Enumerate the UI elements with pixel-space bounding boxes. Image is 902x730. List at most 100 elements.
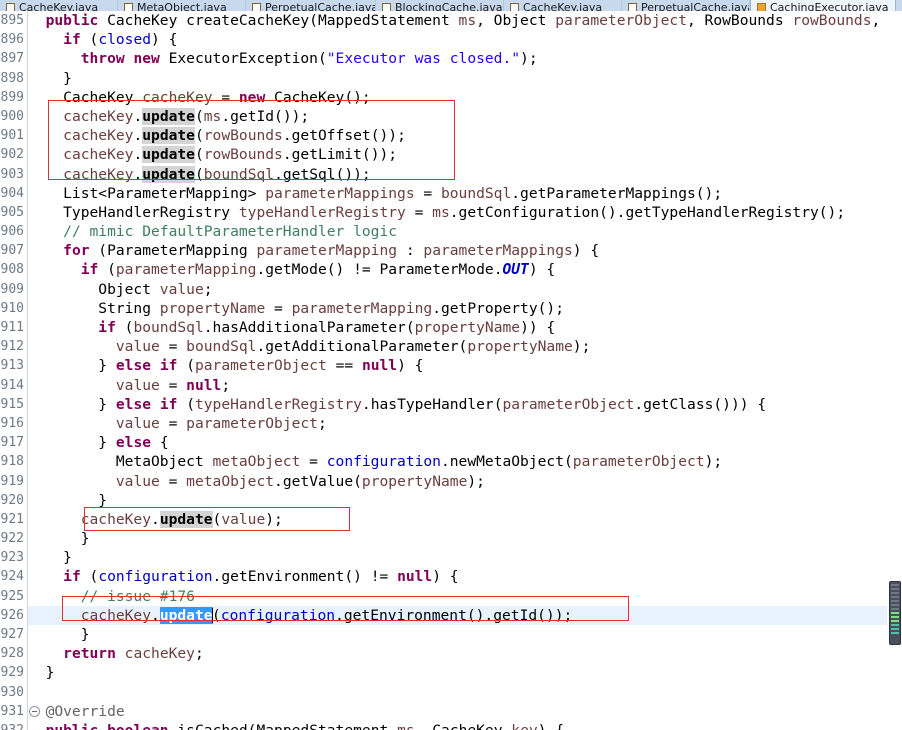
gutter-row[interactable]: 922 xyxy=(0,529,27,548)
gutter-row[interactable]: 896 xyxy=(0,30,27,49)
gutter-row[interactable]: 919 xyxy=(0,472,27,491)
scrollbar-stripe xyxy=(891,588,899,590)
code-line[interactable]: // mimic DefaultParameterHandler logic xyxy=(28,222,902,241)
code-line[interactable]: value = boundSql.getAdditionalParameter(… xyxy=(28,337,902,356)
code-line[interactable]: @Override xyxy=(28,702,902,721)
code-line-current[interactable]: cacheKey.update(configuration.getEnviron… xyxy=(28,605,902,625)
gutter-row[interactable]: 918 xyxy=(0,452,27,471)
gutter-row[interactable]: 925 xyxy=(0,587,27,606)
editor-tab-5[interactable]: PerpetualCache.java xyxy=(622,0,750,11)
code-token: ( xyxy=(177,395,195,413)
code-line[interactable]: cacheKey.update(value); xyxy=(28,510,902,529)
code-line[interactable]: return cacheKey; xyxy=(28,644,902,663)
code-line[interactable]: } xyxy=(28,548,902,567)
code-line[interactable]: CacheKey cacheKey = new CacheKey(); xyxy=(28,88,902,107)
tab-close-icon[interactable]: × xyxy=(894,2,895,11)
gutter-row[interactable]: 915 xyxy=(0,395,27,414)
code-token: parameterObject xyxy=(572,453,705,471)
gutter-row[interactable]: 914 xyxy=(0,376,27,395)
code-line[interactable]: } xyxy=(28,69,902,88)
code-line[interactable]: if (configuration.getEnvironment() != nu… xyxy=(28,567,902,586)
gutter-row[interactable]: 906 xyxy=(0,222,27,241)
gutter-row[interactable]: 930 xyxy=(0,683,27,702)
vertical-scrollbar-thumb[interactable] xyxy=(889,581,901,645)
gutter-row[interactable]: 904 xyxy=(0,184,27,203)
code-token: ); xyxy=(520,50,538,68)
code-line[interactable]: } else if (typeHandlerRegistry.hasTypeHa… xyxy=(28,395,902,414)
gutter-row[interactable]: 931 xyxy=(0,702,40,721)
line-number: 906 xyxy=(0,224,24,240)
code-line[interactable]: Object value; xyxy=(28,280,902,299)
gutter-row[interactable]: 902 xyxy=(0,145,27,164)
gutter-row[interactable]: 909 xyxy=(0,280,27,299)
gutter-row[interactable]: 929 xyxy=(0,663,27,682)
gutter-row[interactable]: 923 xyxy=(0,548,27,567)
editor-tab-6[interactable]: CachingExecutor.java × xyxy=(750,0,896,11)
code-line[interactable]: public CacheKey createCacheKey(MappedSta… xyxy=(28,11,902,30)
editor-tab-3[interactable]: BlockingCache.java xyxy=(376,0,504,11)
code-line[interactable]: value = null; xyxy=(28,376,902,395)
code-line[interactable]: MetaObject metaObject = configuration.ne… xyxy=(28,452,902,471)
scrollbar-marker-stripes xyxy=(891,584,899,636)
code-line[interactable]: List<ParameterMapping> parameterMappings… xyxy=(28,184,902,203)
code-line[interactable]: value = metaObject.getValue(propertyName… xyxy=(28,472,902,491)
code-text-area[interactable]: public CacheKey createCacheKey(MappedSta… xyxy=(28,11,902,730)
gutter-row[interactable]: 900 xyxy=(0,107,27,126)
gutter-row[interactable]: 928 xyxy=(0,644,27,663)
code-line[interactable]: cacheKey.update(boundSql.getSql()); xyxy=(28,165,902,184)
gutter-row[interactable]: 910 xyxy=(0,299,27,318)
code-line[interactable]: if (closed) { xyxy=(28,30,902,49)
gutter-row[interactable]: 932 xyxy=(0,721,27,730)
code-line[interactable]: TypeHandlerRegistry typeHandlerRegistry … xyxy=(28,203,902,222)
code-line[interactable]: for (ParameterMapping parameterMapping :… xyxy=(28,241,902,260)
gutter-row[interactable]: 927 xyxy=(0,625,27,644)
gutter-row[interactable]: 907 xyxy=(0,241,27,260)
code-line[interactable]: String propertyName = parameterMapping.g… xyxy=(28,299,902,318)
line-number-gutter[interactable]: 895 896 897 898 899 900 901 902 903 904 905 906 907 9… xyxy=(0,11,40,730)
code-line[interactable]: cacheKey.update(ms.getId()); xyxy=(28,107,902,126)
code-line[interactable] xyxy=(28,683,902,702)
code-line[interactable]: cacheKey.update(rowBounds.getLimit()); xyxy=(28,145,902,164)
code-line[interactable]: } xyxy=(28,663,902,682)
code-token: new xyxy=(238,88,266,106)
gutter-row[interactable]: 901 xyxy=(0,126,27,145)
code-line[interactable]: } xyxy=(28,529,902,548)
code-line[interactable]: if (parameterMapping.getMode() != Parame… xyxy=(28,260,902,279)
code-token: propertyName xyxy=(467,338,573,356)
code-line[interactable]: } xyxy=(28,491,902,510)
gutter-row[interactable]: 917 xyxy=(0,433,27,452)
gutter-row[interactable]: 921 xyxy=(0,510,27,529)
code-token: } xyxy=(28,530,90,548)
code-token: ) { xyxy=(538,722,564,730)
editor-tab-0[interactable]: CacheKey.java xyxy=(0,0,118,11)
code-line[interactable]: } else if (parameterObject == null) { xyxy=(28,356,902,375)
gutter-row[interactable]: 913 xyxy=(0,356,27,375)
editor-tab-4[interactable]: CacheKey.java xyxy=(504,0,622,11)
gutter-row[interactable]: 899 xyxy=(0,88,27,107)
editor-tab-1[interactable]: MetaObject.java xyxy=(118,0,246,11)
code-line[interactable]: public boolean isCached(MappedStatement … xyxy=(28,721,902,730)
code-line[interactable]: value = parameterObject; xyxy=(28,414,902,433)
code-line[interactable]: if (boundSql.hasAdditionalParameter(prop… xyxy=(28,318,902,337)
gutter-row[interactable]: 916 xyxy=(0,414,27,433)
gutter-row[interactable]: 920 xyxy=(0,491,27,510)
gutter-row[interactable]: 897 xyxy=(0,49,27,68)
code-line[interactable]: } else { xyxy=(28,433,902,452)
gutter-row[interactable]: 903 xyxy=(0,165,27,184)
gutter-row[interactable]: 924 xyxy=(0,567,27,586)
code-line[interactable]: } xyxy=(28,625,902,644)
code-line[interactable]: // issue #176 xyxy=(28,587,902,606)
editor-tab-2[interactable]: PerpetualCache.java xyxy=(246,0,376,11)
code-line[interactable]: cacheKey.update(rowBounds.getOffset()); xyxy=(28,126,902,145)
vertical-scrollbar-track[interactable] xyxy=(887,11,902,730)
gutter-row[interactable]: 912 xyxy=(0,337,27,356)
gutter-row[interactable]: 898 xyxy=(0,69,27,88)
gutter-row[interactable]: 905 xyxy=(0,203,27,222)
code-token: .getParameterMappings(); xyxy=(511,184,723,202)
gutter-row[interactable]: 926 xyxy=(0,606,27,625)
code-line[interactable]: throw new ExecutorException("Executor wa… xyxy=(28,49,902,68)
gutter-row[interactable]: 908 xyxy=(0,260,27,279)
gutter-row[interactable]: 895 xyxy=(0,11,27,30)
gutter-row[interactable]: 911 xyxy=(0,318,27,337)
code-editor[interactable]: 895 896 897 898 899 900 901 902 903 904 905 906 907 9… xyxy=(0,11,902,730)
